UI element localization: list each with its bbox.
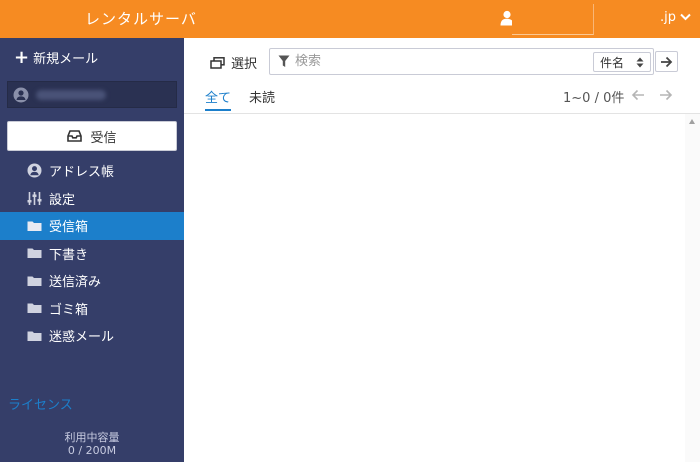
arrow-right-icon[interactable] — [659, 89, 673, 101]
tab-unread[interactable]: 未読 — [249, 87, 275, 106]
search-submit-button[interactable] — [655, 51, 678, 72]
scrollbar[interactable] — [685, 114, 700, 462]
compose-button[interactable]: + 新規メール — [14, 48, 98, 67]
avatar-icon — [13, 87, 29, 103]
message-list[interactable] — [184, 114, 686, 462]
filter-icon — [278, 55, 290, 67]
brand-title: レンタルサーバ — [85, 10, 197, 28]
sort-field-value: 件名 — [600, 55, 625, 70]
storage-usage-value: 0 / 200M — [67, 444, 117, 457]
user-name[interactable] — [512, 4, 594, 35]
account-selector[interactable] — [7, 81, 177, 108]
sidebar-item-label: 設定 — [49, 192, 76, 208]
inbox-tray-icon — [67, 130, 83, 142]
sidebar-item-label: 送信済み — [49, 275, 102, 291]
search-input[interactable] — [295, 52, 585, 71]
scroll-up-arrow-icon[interactable] — [689, 119, 695, 124]
sort-field-select[interactable]: 件名 — [593, 52, 651, 72]
receive-label: 受信 — [90, 130, 117, 146]
select-label: 選択 — [231, 57, 258, 72]
sort-arrows-icon — [636, 57, 644, 67]
user-domain[interactable]: .jp — [660, 10, 676, 25]
search-bar: 件名 — [269, 48, 654, 75]
arrow-right-icon — [661, 56, 673, 67]
sidebar-item-label: 迷惑メール — [49, 330, 115, 346]
folder-icon — [27, 276, 42, 286]
sidebar-item-address-book[interactable]: アドレス帳 — [0, 157, 184, 185]
sidebar-item-label: 受信箱 — [49, 220, 89, 236]
select-windows-icon — [210, 56, 225, 69]
sidebar-nav: アドレス帳 設定 受信箱 下書き 送信済み ゴミ箱 迷惑メール — [0, 157, 184, 350]
sidebar-item-trash[interactable]: ゴミ箱 — [0, 295, 184, 323]
account-name-redacted — [36, 90, 106, 100]
settings-sliders-icon — [27, 191, 42, 205]
sidebar-item-label: アドレス帳 — [49, 165, 115, 181]
storage-usage-label: 利用中容量 — [64, 431, 120, 444]
chevron-down-icon[interactable] — [680, 13, 691, 21]
sidebar-item-label: ゴミ箱 — [49, 302, 89, 318]
sidebar-item-drafts[interactable]: 下書き — [0, 240, 184, 268]
sidebar: + 新規メール 受信 アドレス帳 設定 受信箱 下書き 送信済み ゴミ箱 迷惑メ… — [0, 38, 184, 462]
compose-label: 新規メール — [33, 52, 99, 67]
sidebar-item-sent[interactable]: 送信済み — [0, 267, 184, 295]
receive-button[interactable]: 受信 — [7, 121, 177, 151]
sidebar-item-spam[interactable]: 迷惑メール — [0, 322, 184, 350]
sidebar-item-label: 下書き — [49, 247, 89, 263]
sidebar-item-settings[interactable]: 設定 — [0, 185, 184, 213]
tab-all[interactable]: 全て — [205, 87, 232, 111]
pagination-count: 1~0 / 0件 — [563, 91, 625, 106]
arrow-left-icon[interactable] — [631, 89, 645, 101]
address-book-icon — [27, 163, 42, 178]
license-link[interactable]: ライセンス — [8, 394, 73, 413]
folder-icon — [27, 221, 42, 231]
folder-icon — [27, 248, 42, 259]
folder-icon — [27, 331, 42, 341]
folder-icon — [27, 303, 42, 314]
top-bar: レンタルサーバ .jp — [0, 0, 700, 38]
sidebar-item-inbox[interactable]: 受信箱 — [0, 212, 184, 240]
select-button[interactable]: 選択 — [210, 53, 257, 72]
plus-icon: + — [14, 46, 30, 68]
